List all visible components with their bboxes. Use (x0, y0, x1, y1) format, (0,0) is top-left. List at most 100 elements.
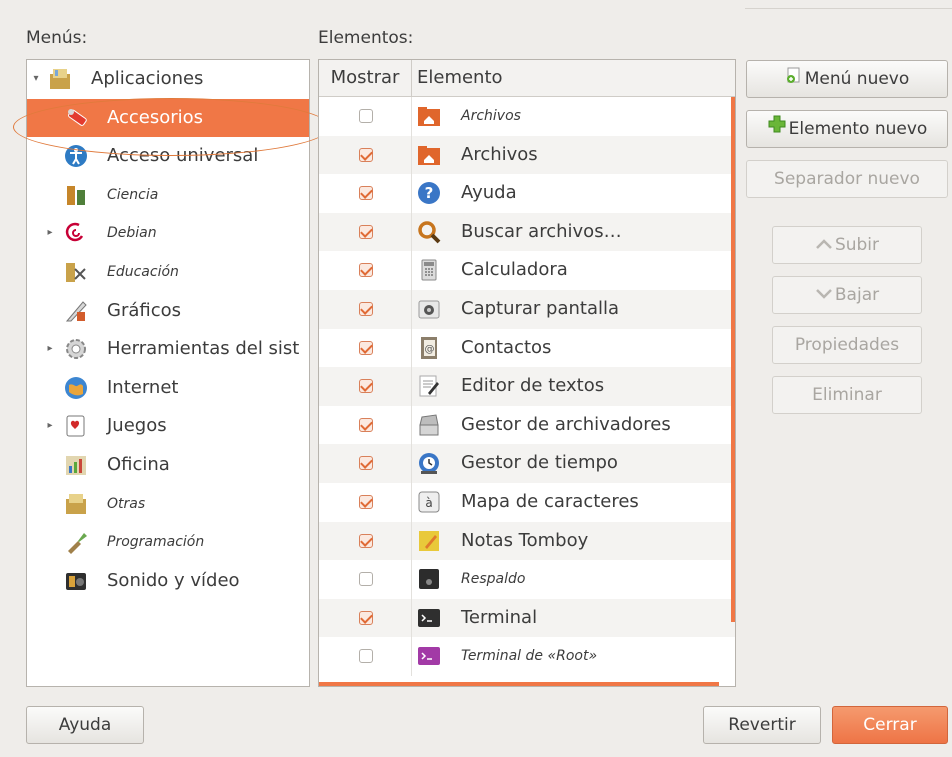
menus-tree[interactable]: ▾ Aplicaciones Accesorios Acceso universal C… (26, 59, 310, 687)
expander-closed-icon[interactable]: ▸ (45, 330, 55, 368)
column-divider (411, 560, 412, 599)
column-divider (411, 135, 412, 175)
menu-item-acceso-universal[interactable]: Acceso universal (27, 137, 309, 175)
table-row[interactable]: Buscar archivos… (319, 212, 735, 252)
table-row[interactable]: Notas Tomboy (319, 521, 735, 561)
applications-folder-icon (47, 66, 73, 92)
show-checkbox[interactable] (359, 495, 373, 509)
table-header: Mostrar Elemento (319, 60, 735, 97)
move-up-button[interactable]: Subir (772, 226, 922, 264)
show-checkbox[interactable] (359, 610, 373, 625)
new-menu-icon (785, 61, 803, 97)
table-row[interactable]: Calculadora (319, 251, 735, 290)
show-checkbox[interactable] (359, 456, 373, 471)
table-row[interactable]: Gestor de tiempo (319, 444, 735, 483)
menu-item-label: Otras (107, 495, 146, 512)
show-checkbox[interactable] (359, 379, 373, 394)
expander-closed-icon[interactable]: ▸ (45, 214, 55, 252)
show-checkbox[interactable] (359, 109, 373, 123)
menu-item-label: Acceso universal (107, 145, 259, 167)
expander-open-icon[interactable]: ▾ (31, 60, 41, 98)
calculator-icon (417, 258, 441, 282)
menu-item-label: Programación (107, 534, 205, 551)
menu-item-herramientas-del-sist[interactable]: ▸ Herramientas del sist (27, 330, 309, 368)
menu-item-label: Juegos (107, 415, 167, 437)
menu-item-aplicaciones[interactable]: ▾ Aplicaciones (27, 60, 309, 98)
text-editor-icon (417, 374, 441, 398)
revert-button[interactable]: Revertir (703, 706, 821, 744)
table-row[interactable]: @ Contactos (319, 328, 735, 368)
table-row[interactable]: Terminal (319, 598, 735, 638)
accessories-icon (63, 105, 89, 131)
table-row[interactable]: Terminal de «Root» (319, 637, 735, 676)
table-row[interactable]: à Mapa de caracteres (319, 483, 735, 522)
menu-item-gráficos[interactable]: Gráficos (27, 292, 309, 330)
menu-item-juegos[interactable]: ▸ Juegos (27, 407, 309, 445)
element-label: Contactos (461, 336, 552, 358)
office-icon (63, 452, 89, 478)
svg-text:à: à (425, 496, 432, 510)
table-row[interactable]: Respaldo (319, 560, 735, 599)
table-row[interactable]: Gestor de archivadores (319, 405, 735, 445)
column-header-element[interactable]: Elemento (417, 60, 503, 96)
column-divider (411, 97, 412, 136)
show-checkbox[interactable] (359, 302, 373, 316)
menu-item-educación[interactable]: Educación (27, 253, 309, 291)
elements-table[interactable]: Mostrar Elemento Archivos Archivos ? Ayuda B… (318, 59, 736, 687)
menu-item-label: Gráficos (107, 299, 182, 321)
menu-item-otras[interactable]: Otras (27, 485, 309, 523)
menu-item-label: Internet (107, 376, 179, 398)
sound-video-icon (63, 568, 89, 594)
menu-item-programación[interactable]: Programación (27, 523, 309, 561)
column-divider (411, 251, 412, 290)
show-checkbox[interactable] (359, 533, 373, 548)
menu-item-oficina[interactable]: Oficina (27, 446, 309, 484)
show-checkbox[interactable] (359, 649, 373, 664)
show-checkbox[interactable] (359, 224, 373, 239)
graphics-icon (63, 298, 89, 324)
menu-item-debian[interactable]: ▸ Debian (27, 214, 309, 252)
universal-access-icon (63, 143, 89, 169)
horizontal-scrollbar[interactable] (319, 682, 719, 686)
vertical-scrollbar[interactable] (731, 97, 735, 622)
menu-item-sonido-y-vídeo[interactable]: Sonido y vídeo (27, 562, 309, 600)
column-header-show[interactable]: Mostrar (319, 60, 412, 96)
menu-item-ciencia[interactable]: Ciencia (27, 176, 309, 214)
column-divider (411, 598, 412, 638)
element-label: Terminal de «Root» (461, 648, 598, 665)
time-tracker-icon (417, 451, 441, 475)
menu-item-label: Ciencia (107, 186, 159, 203)
new-item-button[interactable]: Elemento nuevo (746, 110, 948, 148)
table-row[interactable]: Archivos (319, 135, 735, 175)
other-icon (63, 491, 89, 517)
element-label: Mapa de caracteres (461, 491, 639, 512)
expander-closed-icon[interactable]: ▸ (45, 407, 55, 445)
element-label: Archivos (461, 143, 538, 165)
new-menu-button[interactable]: Menú nuevo (746, 60, 948, 98)
table-row[interactable]: Editor de textos (319, 367, 735, 406)
delete-button[interactable]: Eliminar (772, 376, 922, 414)
show-checkbox[interactable] (359, 572, 373, 587)
menu-item-accesorios[interactable]: Accesorios (27, 98, 309, 137)
new-separator-button[interactable]: Separador nuevo (746, 160, 948, 198)
menus-label: Menús: (26, 28, 88, 48)
show-checkbox[interactable] (359, 186, 373, 201)
show-checkbox[interactable] (359, 147, 373, 162)
move-down-button[interactable]: Bajar (772, 276, 922, 314)
menu-item-label: Debian (107, 225, 157, 242)
terminal-icon (417, 606, 441, 630)
close-button[interactable]: Cerrar (832, 706, 948, 744)
show-checkbox[interactable] (359, 340, 373, 355)
help-icon: ? (417, 181, 441, 205)
table-row[interactable]: Capturar pantalla (319, 290, 735, 329)
show-checkbox[interactable] (359, 263, 373, 278)
top-divider (745, 8, 952, 9)
table-row[interactable]: Archivos (319, 97, 735, 136)
column-divider (411, 444, 412, 483)
table-row[interactable]: ? Ayuda (319, 174, 735, 213)
show-checkbox[interactable] (359, 417, 373, 432)
properties-button[interactable]: Propiedades (772, 326, 922, 364)
help-button[interactable]: Ayuda (26, 706, 144, 744)
element-label: Gestor de archivadores (461, 413, 671, 435)
menu-item-internet[interactable]: Internet (27, 369, 309, 407)
